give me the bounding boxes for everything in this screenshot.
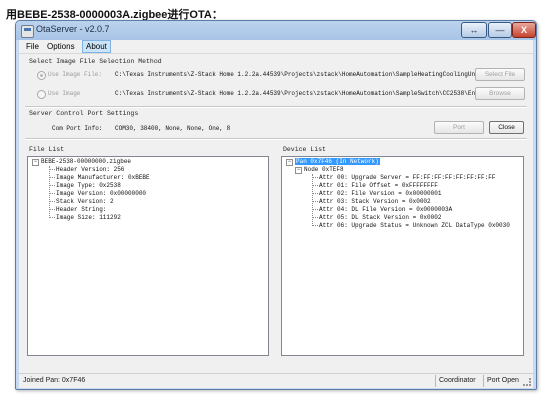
com-port-value: COM30, 38400, None, None, One, 8 (115, 125, 231, 132)
pan-node[interactable]: Pan 0x7F46 (In Network) (295, 158, 380, 165)
use-image-file-radio[interactable] (37, 71, 46, 80)
collapse-toggle-icon[interactable]: − (295, 167, 302, 174)
tree-branch (49, 201, 55, 202)
tree-branch (49, 209, 55, 210)
tree-branch (49, 177, 55, 178)
tree-branch (312, 177, 318, 178)
attr-item[interactable]: Attr 00: Upgrade Server = FF:FF:FF:FF:FF… (319, 174, 495, 181)
port-button[interactable]: Port (434, 121, 484, 134)
attr-item[interactable]: Attr 05: DL Stack Version = 0x0002 (319, 214, 441, 221)
close-window-button[interactable]: X (512, 22, 536, 38)
main-client-area: Select Image File Selection Method Use I… (19, 53, 533, 373)
image-selection-heading: Select Image File Selection Method (29, 58, 162, 65)
server-port-heading: Server Control Port Settings (29, 110, 139, 117)
status-port: Port Open (487, 377, 519, 384)
file-tree-item[interactable]: Stack Version: 2 (56, 198, 114, 205)
file-tree-item[interactable]: Image Type: 0x2538 (56, 182, 121, 189)
use-image-label: Use Image (48, 90, 81, 97)
menu-options[interactable]: Options (44, 41, 78, 52)
resize-grip-icon[interactable] (523, 378, 531, 386)
file-list-title: File List (29, 146, 65, 153)
use-image-radio[interactable] (37, 90, 46, 99)
pan-label: Pan 0x7F46 (In Network) (295, 158, 380, 165)
tree-branch (49, 185, 55, 186)
file-tree-root[interactable]: BEBE-2538-00000000.zigbee (41, 158, 131, 165)
close-port-button[interactable]: Close (489, 121, 524, 134)
title-bar[interactable]: OtaServer - v2.0.7 ↔ — X (16, 21, 536, 40)
tree-branch (312, 185, 318, 186)
menu-file[interactable]: File (23, 41, 42, 52)
tree-branch (312, 201, 318, 202)
attr-item[interactable]: Attr 01: File Offset = 0xFFFFFFFF (319, 182, 438, 189)
status-divider (483, 375, 484, 387)
status-bar: Joined Pan: 0x7F46 Coordinator Port Open (19, 373, 533, 388)
collapse-toggle-icon[interactable]: − (32, 159, 39, 166)
file-tree-item[interactable]: Header String: (56, 206, 106, 213)
status-joined-pan: Joined Pan: 0x7F46 (23, 377, 86, 384)
collapse-toggle-icon[interactable]: − (286, 159, 293, 166)
tree-branch (312, 217, 318, 218)
status-divider (435, 375, 436, 387)
file-tree-item[interactable]: Image Manufacturer: 0xBEBE (56, 174, 150, 181)
file-tree-item[interactable]: Image Size: 111292 (56, 214, 121, 221)
file-list-panel[interactable]: − BEBE-2538-00000000.zigbee Header Versi… (27, 156, 269, 356)
tree-branch (49, 217, 55, 218)
file-tree-item[interactable]: Header Version: 256 (56, 166, 124, 173)
com-port-label: Com Port Info: (52, 125, 103, 132)
app-window-icon (21, 25, 34, 38)
menu-about[interactable]: About (82, 40, 111, 53)
browse-button[interactable]: Browse (475, 87, 525, 100)
use-image-file-path: C:\Texas Instruments\Z-Stack Home 1.2.2a… (115, 71, 479, 78)
device-list-panel[interactable]: − Pan 0x7F46 (In Network) − Node 0xTEF8 … (281, 156, 524, 356)
use-image-file-label: Use Image File: (48, 71, 103, 78)
attr-item[interactable]: Attr 02: File Version = 0x00000001 (319, 190, 441, 197)
file-tree-item[interactable]: Image Version: 0x00000000 (56, 190, 146, 197)
tree-branch (49, 193, 55, 194)
section-divider (25, 106, 527, 108)
select-file-button[interactable]: Select File (475, 68, 525, 81)
section-divider (25, 138, 527, 140)
status-role: Coordinator (439, 377, 476, 384)
attr-item[interactable]: Attr 04: DL File Version = 0x0000003A (319, 206, 452, 213)
use-image-path: C:\Texas Instruments\Z-Stack Home 1.2.2a… (115, 90, 479, 97)
tree-branch (312, 193, 318, 194)
window-title: OtaServer - v2.0.7 (36, 24, 110, 34)
ota-server-window: OtaServer - v2.0.7 ↔ — X File Options Ab… (15, 20, 537, 390)
tree-branch (49, 169, 55, 170)
tree-branch (312, 225, 318, 226)
node-item[interactable]: Node 0xTEF8 (304, 166, 344, 173)
attr-item[interactable]: Attr 03: Stack Version = 0x0002 (319, 198, 431, 205)
attr-item[interactable]: Attr 06: Upgrade Status = Unknown ZCL Da… (319, 222, 510, 229)
restore-button[interactable]: ↔ (461, 22, 487, 38)
minimize-button[interactable]: — (488, 22, 512, 38)
device-list-title: Device List (283, 146, 326, 153)
menu-bar: File Options About (19, 40, 533, 53)
tree-branch (312, 209, 318, 210)
